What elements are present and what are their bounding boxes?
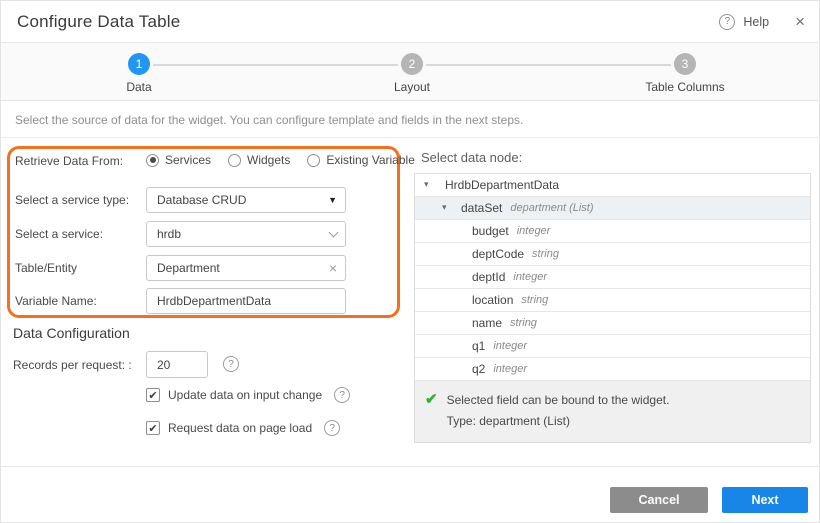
- dropdown-arrow-icon: ▼: [328, 195, 337, 205]
- dialog-title: Configure Data Table: [17, 12, 180, 32]
- checkbox-checked-icon: ✔: [146, 421, 160, 435]
- service-label: Select a service:: [15, 227, 103, 241]
- service-type-select[interactable]: ▼: [146, 187, 346, 213]
- update-data-on-input-change-checkbox[interactable]: ✔ Update data on input change ?: [146, 387, 350, 403]
- step-connector-1: [153, 64, 398, 66]
- configure-data-table-dialog: Configure Data Table ? Help × 1 2 3 Data…: [0, 0, 820, 523]
- retrieve-data-from-radio-group: Services Widgets Existing Variable: [146, 153, 415, 167]
- radio-selected-icon: [146, 154, 159, 167]
- chevron-down-icon: [329, 227, 339, 237]
- request-data-on-page-load-checkbox[interactable]: ✔ Request data on page load ?: [146, 420, 340, 436]
- table-entity-label: Table/Entity: [15, 261, 77, 275]
- records-per-request-input[interactable]: [146, 351, 208, 378]
- binding-status-panel: ✔ Selected field can be bound to the wid…: [415, 381, 810, 442]
- step-2-circle[interactable]: 2: [401, 53, 423, 75]
- step-1-label[interactable]: Data: [126, 80, 151, 94]
- step-3-label[interactable]: Table Columns: [645, 80, 724, 94]
- help-link[interactable]: Help: [743, 15, 769, 29]
- tree-row-deptid[interactable]: deptId integer: [415, 266, 810, 289]
- step-3-circle[interactable]: 3: [674, 53, 696, 75]
- success-check-icon: ✔: [425, 390, 438, 432]
- binding-status-text: Selected field can be bound to the widge…: [447, 390, 670, 411]
- tree-row-location[interactable]: location string: [415, 289, 810, 312]
- dialog-header: Configure Data Table ? Help ×: [1, 1, 820, 43]
- radio-existing-variable[interactable]: Existing Variable: [307, 153, 415, 167]
- update-data-help-icon[interactable]: ?: [334, 387, 350, 403]
- table-entity-input[interactable]: ×: [146, 255, 346, 281]
- next-button[interactable]: Next: [722, 487, 808, 513]
- binding-type-text: Type: department (List): [447, 411, 670, 432]
- data-node-tree: ▾ HrdbDepartmentData ▾ dataSet departmen…: [414, 173, 811, 443]
- wizard-stepper: 1 2 3 Data Layout Table Columns: [1, 43, 820, 101]
- retrieve-data-from-label: Retrieve Data From:: [15, 154, 123, 168]
- cancel-button[interactable]: Cancel: [610, 487, 708, 513]
- help-icon[interactable]: ?: [719, 14, 735, 30]
- records-help-icon[interactable]: ?: [223, 356, 239, 372]
- close-icon[interactable]: ×: [795, 13, 805, 30]
- radio-unselected-icon: [228, 154, 241, 167]
- radio-services[interactable]: Services: [146, 153, 211, 167]
- description-band: Select the source of data for the widget…: [1, 101, 820, 138]
- service-select[interactable]: [146, 221, 346, 247]
- checkbox-checked-icon: ✔: [146, 388, 160, 402]
- tree-row-dataset[interactable]: ▾ dataSet department (List): [415, 197, 810, 220]
- tree-row-name[interactable]: name string: [415, 312, 810, 335]
- step-connector-2: [426, 64, 671, 66]
- service-type-label: Select a service type:: [15, 193, 129, 207]
- data-configuration-heading: Data Configuration: [13, 325, 130, 341]
- tree-row-hrdbdepartmentdata[interactable]: ▾ HrdbDepartmentData: [415, 174, 810, 197]
- tree-row-budget[interactable]: budget integer: [415, 220, 810, 243]
- radio-unselected-icon: [307, 154, 320, 167]
- radio-widgets[interactable]: Widgets: [228, 153, 290, 167]
- variable-name-input[interactable]: [146, 288, 346, 314]
- select-data-node-heading: Select data node:: [421, 150, 522, 165]
- description-text: Select the source of data for the widget…: [15, 113, 523, 127]
- tree-row-deptcode[interactable]: deptCode string: [415, 243, 810, 266]
- step-1-circle[interactable]: 1: [128, 53, 150, 75]
- records-per-request-label: Records per request: :: [13, 358, 132, 372]
- request-data-help-icon[interactable]: ?: [324, 420, 340, 436]
- variable-name-label: Variable Name:: [15, 294, 97, 308]
- caret-down-icon[interactable]: ▾: [442, 202, 447, 213]
- step-2-label[interactable]: Layout: [394, 80, 430, 94]
- clear-icon[interactable]: ×: [329, 261, 337, 275]
- caret-down-icon[interactable]: ▾: [424, 179, 429, 190]
- footer-divider: [1, 466, 820, 467]
- tree-row-q1[interactable]: q1 integer: [415, 335, 810, 358]
- tree-row-q2[interactable]: q2 integer: [415, 358, 810, 381]
